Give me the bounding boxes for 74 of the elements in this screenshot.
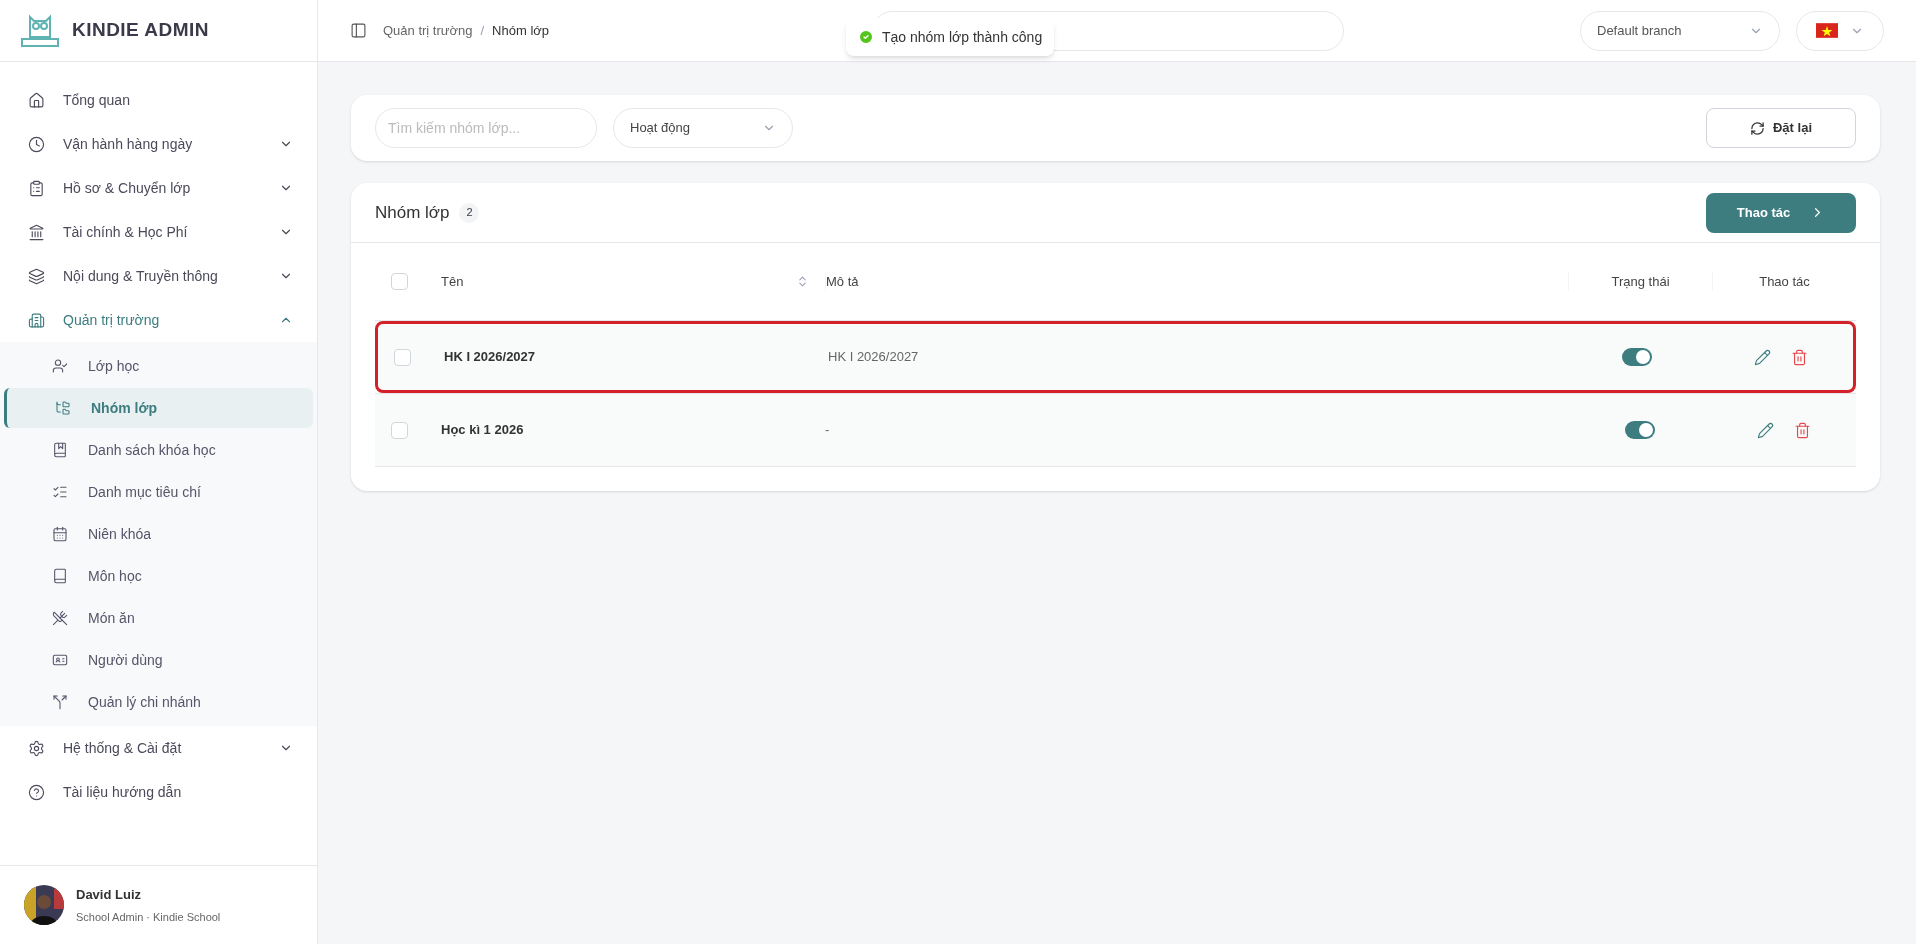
- group-description: -: [825, 422, 830, 438]
- sidebar-subitem[interactable]: Danh sách khóa học: [4, 430, 313, 470]
- count-badge: 2: [459, 202, 480, 223]
- settings-icon: [28, 739, 45, 757]
- sort-icon[interactable]: [796, 275, 809, 288]
- search-field[interactable]: Tìm kiếm nhóm lớp...: [375, 108, 597, 148]
- edit-icon[interactable]: [1754, 348, 1771, 366]
- column-header: Tên: [441, 272, 465, 291]
- building-icon: [28, 311, 45, 329]
- sidebar-item[interactable]: Vận hành hàng ngày: [0, 122, 317, 166]
- edit-icon[interactable]: [1757, 421, 1774, 439]
- sidebar-subitem[interactable]: Quản lý chi nhánh: [4, 682, 313, 722]
- utensils-icon: [52, 610, 68, 626]
- row-checkbox[interactable]: [394, 348, 411, 366]
- user-role: School Admin · Kindie School: [76, 909, 221, 925]
- breadcrumb-separator: /: [480, 21, 485, 40]
- avatar: [24, 885, 64, 925]
- vietnam-flag-icon: [1816, 23, 1838, 38]
- id-card-icon: [52, 652, 68, 668]
- column-header: Mô tả: [826, 273, 859, 289]
- user-name: David Luiz: [76, 886, 142, 904]
- breadcrumb-item[interactable]: Quản trị trường: [383, 20, 473, 41]
- checklist-icon: [52, 484, 68, 500]
- sidebar-subitem[interactable]: Nhóm lớp: [4, 388, 313, 428]
- success-icon: [858, 29, 874, 45]
- language-select[interactable]: [1796, 10, 1884, 51]
- breadcrumb-item: Nhóm lớp: [492, 21, 550, 40]
- refresh-icon: [1750, 120, 1765, 136]
- sidebar-toggle-icon[interactable]: [350, 22, 367, 39]
- select-all-checkbox[interactable]: [391, 273, 408, 290]
- sidebar-subitem[interactable]: Người dùng: [4, 640, 313, 680]
- layers-icon: [28, 267, 45, 285]
- reset-button[interactable]: Đặt lại: [1706, 108, 1856, 148]
- user-check-icon: [52, 358, 68, 374]
- sidebar-item[interactable]: Hồ sơ & Chuyển lớp: [0, 166, 317, 210]
- owl-logo-icon: [20, 12, 60, 49]
- sidebar-subitem[interactable]: Danh mục tiêu chí: [4, 472, 313, 512]
- column-header: Thao tác: [1759, 273, 1810, 289]
- status-toggle[interactable]: [1625, 421, 1655, 439]
- actions-button[interactable]: Thao tác: [1706, 192, 1856, 233]
- branch-select[interactable]: Default branch: [1580, 10, 1780, 51]
- sidebar-subitem[interactable]: Lớp học: [4, 346, 313, 386]
- row-checkbox[interactable]: [391, 421, 408, 439]
- home-icon: [28, 91, 45, 109]
- brand-title: KINDIE ADMIN: [72, 18, 209, 43]
- group-description: HK I 2026/2027: [828, 349, 919, 365]
- split-arrow-icon: [52, 694, 68, 710]
- calendar-icon: [52, 526, 68, 542]
- status-toggle[interactable]: [1622, 348, 1652, 366]
- delete-icon[interactable]: [1794, 421, 1811, 439]
- column-header: Trạng thái: [1611, 273, 1670, 289]
- table-row[interactable]: HK I 2026/2027 HK I 2026/2027: [375, 321, 1856, 393]
- group-name: HK I 2026/2027: [444, 349, 536, 365]
- table-row[interactable]: Học kì 1 2026 -: [375, 394, 1856, 466]
- clipboard-icon: [28, 179, 45, 197]
- bookmark-book-icon: [52, 442, 68, 458]
- help-icon: [28, 783, 45, 801]
- sidebar-item[interactable]: Tổng quan: [0, 78, 317, 122]
- clock-icon: [28, 135, 45, 153]
- sidebar-item[interactable]: Tài liệu hướng dẫn: [0, 770, 317, 814]
- sidebar-item[interactable]: Quản trị trường: [0, 298, 317, 342]
- sidebar-subitem[interactable]: Món ăn: [4, 598, 313, 638]
- folder-tree-icon: [55, 400, 71, 416]
- table-title: Nhóm lớp: [375, 201, 450, 224]
- sidebar-item[interactable]: Hệ thống & Cài đặt: [0, 726, 317, 770]
- delete-icon[interactable]: [1791, 348, 1808, 366]
- sidebar-subitem[interactable]: Niên khóa: [4, 514, 313, 554]
- sidebar-item[interactable]: Tài chính & Học Phí: [0, 210, 317, 254]
- group-name: Học kì 1 2026: [441, 422, 524, 438]
- sidebar-subitem[interactable]: Môn học: [4, 556, 313, 596]
- book-icon: [52, 568, 68, 584]
- sidebar-item[interactable]: Nội dung & Truyền thông: [0, 254, 317, 298]
- toast-message: Tạo nhóm lớp thành công: [882, 27, 1043, 47]
- bank-icon: [28, 223, 45, 241]
